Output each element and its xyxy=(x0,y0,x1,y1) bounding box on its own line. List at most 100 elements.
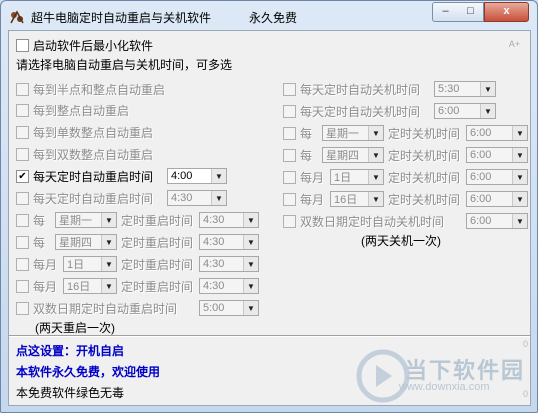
instruction-label: 请选择电脑自动重启与关机时间，可多选 xyxy=(16,57,233,72)
weekly-shutdown-2-checkbox[interactable] xyxy=(283,148,296,162)
chevron-down-icon: ▼ xyxy=(368,148,383,162)
odd-hour-reboot-checkbox[interactable] xyxy=(16,125,29,139)
monthly-shutdown-2-time-value: 6:00 xyxy=(470,193,492,205)
chevron-down-icon: ▼ xyxy=(243,279,258,293)
minimize-on-start-option[interactable]: 启动软件后最小化软件 xyxy=(16,36,153,54)
weekly-shutdown-1-checkbox[interactable] xyxy=(283,126,296,140)
half-hour-reboot-checkbox[interactable] xyxy=(16,82,29,96)
weekly-shutdown-2-day-select[interactable]: 星期四 ▼ xyxy=(322,147,384,163)
monthly-reboot-1-option[interactable]: 每月 1日 ▼ 定时重启时间 4:30 ▼ xyxy=(16,255,259,273)
monthly-shutdown-1-time-select[interactable]: 6:00 ▼ xyxy=(466,169,528,185)
weekly-shutdown-2-day-value: 星期四 xyxy=(326,150,359,162)
chevron-down-icon: ▼ xyxy=(512,148,527,162)
chevron-down-icon: ▼ xyxy=(512,126,527,140)
monthly-shutdown-1-option[interactable]: 每月 1日 ▼ 定时关机时间 6:00 ▼ xyxy=(283,168,528,186)
chevron-down-icon: ▼ xyxy=(243,257,258,271)
daily-reboot-2-checkbox[interactable] xyxy=(16,191,29,205)
monthly-reboot-1-time-value: 4:30 xyxy=(203,258,225,270)
daily-reboot-2-time-select[interactable]: 4:30 ▼ xyxy=(167,190,227,206)
monthly-reboot-1-time-select[interactable]: 4:30 ▼ xyxy=(199,256,259,272)
weekly-reboot-1-prefix: 每 xyxy=(33,213,46,228)
monthly-shutdown-2-day-select[interactable]: 16日 ▼ xyxy=(330,191,384,207)
daily-reboot-1-time-select[interactable]: 4:00 ▼ xyxy=(167,168,227,184)
weekly-reboot-1-label: 定时重启时间 xyxy=(121,213,194,228)
monthly-reboot-1-day-select[interactable]: 1日 ▼ xyxy=(63,256,117,272)
daily-reboot-2-option[interactable]: 每天定时自动重启时间 4:30 ▼ xyxy=(16,189,227,207)
monthly-shutdown-1-day-select[interactable]: 1日 ▼ xyxy=(330,169,384,185)
weekly-reboot-2-prefix: 每 xyxy=(33,235,46,250)
alt-day-shutdown-time-select[interactable]: 6:00 ▼ xyxy=(466,213,528,229)
weekly-shutdown-2-time-value: 6:00 xyxy=(470,149,492,161)
monthly-reboot-2-option[interactable]: 每月 16日 ▼ 定时重启时间 4:30 ▼ xyxy=(16,277,259,295)
autostart-settings-link[interactable]: 点这设置：开机自启 xyxy=(16,342,124,359)
chevron-down-icon: ▼ xyxy=(243,235,258,249)
weekly-shutdown-2-time-select[interactable]: 6:00 ▼ xyxy=(466,147,528,163)
maximize-button[interactable]: □ xyxy=(458,2,484,22)
alt-day-reboot-option[interactable]: 双数日期定时自动重启时间 5:00 ▼ xyxy=(16,299,259,317)
minimize-on-start-checkbox[interactable] xyxy=(16,38,29,52)
monthly-shutdown-1-prefix: 每月 xyxy=(300,170,325,185)
weekly-shutdown-1-time-select[interactable]: 6:00 ▼ xyxy=(466,125,528,141)
monthly-reboot-1-checkbox[interactable] xyxy=(16,257,29,271)
daily-reboot-1-option[interactable]: ✔ 每天定时自动重启时间 4:00 ▼ xyxy=(16,167,227,185)
chevron-down-icon: ▼ xyxy=(101,213,116,227)
odd-hour-reboot-option[interactable]: 每到单数整点自动重启 xyxy=(16,123,153,141)
weekly-reboot-1-day-value: 星期一 xyxy=(59,215,92,227)
close-button[interactable]: x xyxy=(484,2,529,22)
weekly-reboot-2-day-value: 星期四 xyxy=(59,237,92,249)
alt-day-shutdown-checkbox[interactable] xyxy=(283,214,296,228)
daily-shutdown-2-checkbox[interactable] xyxy=(283,104,296,118)
alt-day-reboot-note: (两天重启一次) xyxy=(35,321,115,335)
weekly-shutdown-1-label: 定时关机时间 xyxy=(388,126,461,141)
monthly-shutdown-1-checkbox[interactable] xyxy=(283,170,296,184)
daily-shutdown-2-time-select[interactable]: 6:00 ▼ xyxy=(434,103,496,119)
hourly-reboot-option[interactable]: 每到整点自动重启 xyxy=(16,101,129,119)
chevron-down-icon: ▼ xyxy=(512,214,527,228)
even-hour-reboot-option[interactable]: 每到双数整点自动重启 xyxy=(16,145,153,163)
weekly-reboot-2-time-select[interactable]: 4:30 ▼ xyxy=(199,234,259,250)
monthly-reboot-2-time-select[interactable]: 4:30 ▼ xyxy=(199,278,259,294)
daily-reboot-2-time-value: 4:30 xyxy=(171,192,193,204)
daily-shutdown-2-option[interactable]: 每天定时自动关机时间 6:00 ▼ xyxy=(283,102,496,120)
weekly-shutdown-1-option[interactable]: 每 星期一 ▼ 定时关机时间 6:00 ▼ xyxy=(283,124,528,142)
weekly-reboot-1-time-select[interactable]: 4:30 ▼ xyxy=(199,212,259,228)
monthly-shutdown-2-option[interactable]: 每月 16日 ▼ 定时关机时间 6:00 ▼ xyxy=(283,190,528,208)
weekly-reboot-2-checkbox[interactable] xyxy=(16,235,29,249)
monthly-reboot-2-checkbox[interactable] xyxy=(16,279,29,293)
monthly-shutdown-2-time-select[interactable]: 6:00 ▼ xyxy=(466,191,528,207)
weekly-shutdown-1-time-value: 6:00 xyxy=(470,127,492,139)
half-hour-reboot-option[interactable]: 每到半点和整点自动重启 xyxy=(16,80,165,98)
even-hour-reboot-checkbox[interactable] xyxy=(16,147,29,161)
weekly-shutdown-1-day-select[interactable]: 星期一 ▼ xyxy=(322,125,384,141)
even-hour-reboot-label: 每到双数整点自动重启 xyxy=(33,147,154,162)
minimize-button[interactable]: – xyxy=(432,2,459,22)
window-title: 超牛电脑定时自动重启与关机软件 xyxy=(31,11,212,25)
weekly-reboot-2-option[interactable]: 每 星期四 ▼ 定时重启时间 4:30 ▼ xyxy=(16,233,259,251)
font-size-tag: A+ xyxy=(508,39,520,49)
daily-shutdown-1-option[interactable]: 每天定时自动关机时间 5:30 ▼ xyxy=(283,80,496,98)
chevron-down-icon: ▼ xyxy=(512,192,527,206)
alt-day-reboot-checkbox[interactable] xyxy=(16,301,29,315)
alt-day-reboot-time-select[interactable]: 5:00 ▼ xyxy=(199,300,259,316)
weekly-reboot-1-day-select[interactable]: 星期一 ▼ xyxy=(55,212,117,228)
chevron-down-icon: ▼ xyxy=(211,191,226,205)
weekly-reboot-2-day-select[interactable]: 星期四 ▼ xyxy=(55,234,117,250)
scroll-bottom-marker: 0 xyxy=(522,389,528,399)
alt-day-shutdown-option[interactable]: 双数日期定时自动关机时间 6:00 ▼ xyxy=(283,212,528,230)
daily-reboot-1-checkbox[interactable]: ✔ xyxy=(16,169,29,183)
weekly-shutdown-2-option[interactable]: 每 星期四 ▼ 定时关机时间 6:00 ▼ xyxy=(283,146,528,164)
weekly-reboot-2-label: 定时重启时间 xyxy=(121,235,194,250)
hourly-reboot-checkbox[interactable] xyxy=(16,103,29,117)
title-bar[interactable]: 超牛电脑定时自动重启与关机软件 永久免费 – □ x xyxy=(1,1,537,31)
weekly-reboot-1-checkbox[interactable] xyxy=(16,213,29,227)
monthly-reboot-2-day-select[interactable]: 16日 ▼ xyxy=(63,278,117,294)
daily-shutdown-1-time-value: 5:30 xyxy=(438,83,460,95)
daily-shutdown-1-checkbox[interactable] xyxy=(283,82,296,96)
monthly-reboot-2-time-value: 4:30 xyxy=(203,280,225,292)
daily-shutdown-1-time-select[interactable]: 5:30 ▼ xyxy=(434,81,496,97)
green-message: 本免费软件绿色无毒 xyxy=(16,386,125,400)
monthly-shutdown-2-checkbox[interactable] xyxy=(283,192,296,206)
weekly-reboot-1-option[interactable]: 每 星期一 ▼ 定时重启时间 4:30 ▼ xyxy=(16,211,259,229)
client-area: 启动软件后最小化软件 A+ 请选择电脑自动重启与关机时间，可多选 每到半点和整点… xyxy=(8,30,531,406)
chevron-down-icon: ▼ xyxy=(480,82,495,96)
